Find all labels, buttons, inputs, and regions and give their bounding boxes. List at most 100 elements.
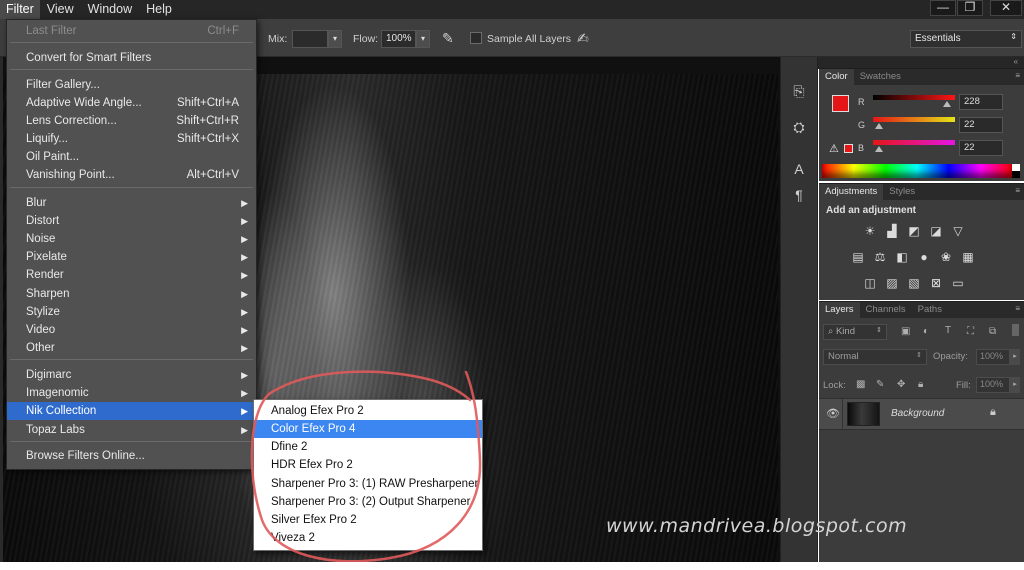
hue-saturation-icon[interactable]: ▤ [850,250,866,264]
filter-toggle[interactable] [1012,324,1019,336]
exposure-icon[interactable]: ◪ [928,224,944,238]
menu-item-dfine-2[interactable]: Dfine 2 [254,438,482,456]
eye-icon[interactable]: 👁︎ [826,407,840,420]
menu-item-noise[interactable]: Noise ▶ [7,230,256,248]
brightness-contrast-icon[interactable]: ☀ [862,224,878,238]
menu-item-distort[interactable]: Distort ▶ [7,212,256,230]
menu-item-digimarc[interactable]: Digimarc ▶ [7,366,256,384]
red-value-input[interactable]: 228 [959,94,1003,110]
opacity-input[interactable]: 100% [976,349,1010,365]
airbrush-icon[interactable]: ✎ [442,30,454,47]
channel-mixer-icon[interactable]: ❀ [938,250,954,264]
flow-dropdown-icon[interactable]: ▾ [416,30,430,48]
green-slider-handle[interactable] [875,123,883,129]
menu-item-blur[interactable]: Blur ▶ [7,194,256,212]
lock-position-icon[interactable]: ✥ [897,379,905,390]
menu-item-sharpener-output-sharpener[interactable]: Sharpener Pro 3: (2) Output Sharpener [254,493,482,511]
fill-dropdown-icon[interactable]: ▸ [1010,377,1020,393]
panel-menu-icon[interactable]: ≡ [1015,186,1020,195]
menu-item-convert-smart-filters[interactable]: Convert for Smart Filters [7,49,256,67]
panel-menu-icon[interactable]: ≡ [1015,304,1020,313]
menu-item-filter-gallery[interactable]: Filter Gallery... [7,76,256,94]
minimize-icon[interactable]: — [930,0,956,16]
filter-smart-object-icon[interactable]: ⧉ [989,326,996,337]
filter-type-icon[interactable]: T [945,325,951,336]
menu-help[interactable]: Help [139,0,179,19]
menu-item-last-filter[interactable]: Last Filter Ctrl+F [7,22,256,40]
gradient-map-icon[interactable]: ▭ [950,276,966,290]
blend-mode-select[interactable]: Normal ⇕ [823,349,927,365]
mix-input[interactable] [292,30,328,48]
menu-item-color-efex-pro-4[interactable]: Color Efex Pro 4 [254,420,482,438]
blue-slider[interactable] [873,140,955,145]
vibrance-icon[interactable]: ▽ [950,224,966,238]
menu-item-video[interactable]: Video ▶ [7,321,256,339]
filter-adjustment-icon[interactable]: ◐ [923,326,929,337]
menu-item-silver-efex-pro-2[interactable]: Silver Efex Pro 2 [254,511,482,529]
red-slider-handle[interactable] [943,101,951,107]
filter-shape-icon[interactable]: ⛶ [967,326,974,337]
tab-adjustments[interactable]: Adjustments [819,184,884,200]
menu-item-other[interactable]: Other ▶ [7,339,256,357]
menu-item-liquify[interactable]: Liquify... Shift+Ctrl+X [7,130,256,148]
gamut-swatch[interactable] [844,144,853,153]
menu-item-nik-collection[interactable]: Nik Collection ▶ [7,402,256,420]
lock-all-icon[interactable]: 🔒︎ [918,379,923,390]
tab-paths[interactable]: Paths [912,302,948,318]
fill-input[interactable]: 100% [976,377,1010,393]
menu-item-sharpener-raw-presharpener[interactable]: Sharpener Pro 3: (1) RAW Presharpener [254,475,482,493]
menu-view[interactable]: View [40,0,81,19]
red-slider[interactable] [873,95,955,100]
menu-item-analog-efex-pro-2[interactable]: Analog Efex Pro 2 [254,402,482,420]
invert-icon[interactable]: ◫ [862,276,878,290]
pressure-size-icon[interactable]: ✍ [577,30,589,47]
color-lookup-icon[interactable]: ▦ [960,250,976,264]
menu-item-browse-filters-online[interactable]: Browse Filters Online... [7,447,256,465]
workspace-select[interactable]: Essentials ⇕ [910,30,1022,48]
tab-layers[interactable]: Layers [819,302,860,318]
close-icon[interactable]: ✕ [990,0,1022,16]
filter-pixel-icon[interactable]: ▣ [901,326,910,337]
green-slider[interactable] [873,117,955,122]
sample-all-layers-checkbox[interactable] [470,32,482,44]
white-swatch[interactable] [1012,164,1020,171]
blue-value-input[interactable]: 22 [959,140,1003,156]
tab-styles[interactable]: Styles [883,184,921,200]
green-value-input[interactable]: 22 [959,117,1003,133]
foreground-color-swatch[interactable] [832,95,849,112]
black-white-icon[interactable]: ◧ [894,250,910,264]
posterize-icon[interactable]: ▨ [884,276,900,290]
lock-transparency-icon[interactable]: ▩ [856,379,865,390]
menu-item-stylize[interactable]: Stylize ▶ [7,303,256,321]
menu-item-adaptive-wide-angle[interactable]: Adaptive Wide Angle... Shift+Ctrl+A [7,94,256,112]
out-of-gamut-icon[interactable]: ⚠ [829,142,839,155]
mix-dropdown-icon[interactable]: ▾ [328,30,342,48]
color-spectrum-ramp[interactable] [822,164,1012,178]
menu-item-topaz-labs[interactable]: Topaz Labs ▶ [7,421,256,439]
curves-icon[interactable]: ◩ [906,224,922,238]
selective-color-icon[interactable]: ⊠ [928,276,944,290]
collapse-panels-icon[interactable]: « [1014,57,1018,66]
restore-icon[interactable]: ❐ [957,0,983,16]
tab-channels[interactable]: Channels [860,302,912,318]
properties-icon[interactable]: ⛭ [789,117,809,137]
panel-menu-icon[interactable]: ≡ [1015,71,1020,80]
menu-item-render[interactable]: Render ▶ [7,266,256,284]
flow-input[interactable]: 100% [381,30,416,48]
lock-pixels-icon[interactable]: ✎ [876,379,884,390]
layer-row[interactable]: 👁︎ Background 🔒︎ [819,398,1024,430]
menu-item-sharpen[interactable]: Sharpen ▶ [7,285,256,303]
layer-filter-kind-select[interactable]: ⌕ Kind ⇕ [823,324,887,340]
menu-item-pixelate[interactable]: Pixelate ▶ [7,248,256,266]
blue-slider-handle[interactable] [875,146,883,152]
menu-item-viveza-2[interactable]: Viveza 2 [254,529,482,547]
character-icon[interactable]: A [789,159,809,179]
tab-color[interactable]: Color [819,69,854,85]
color-balance-icon[interactable]: ⚖ [872,250,888,264]
menu-filter[interactable]: Filter [0,0,40,19]
menu-window[interactable]: Window [81,0,139,19]
black-swatch[interactable] [1012,171,1020,178]
paragraph-icon[interactable]: ¶ [789,185,809,205]
menu-item-imagenomic[interactable]: Imagenomic ▶ [7,384,256,402]
threshold-icon[interactable]: ▧ [906,276,922,290]
